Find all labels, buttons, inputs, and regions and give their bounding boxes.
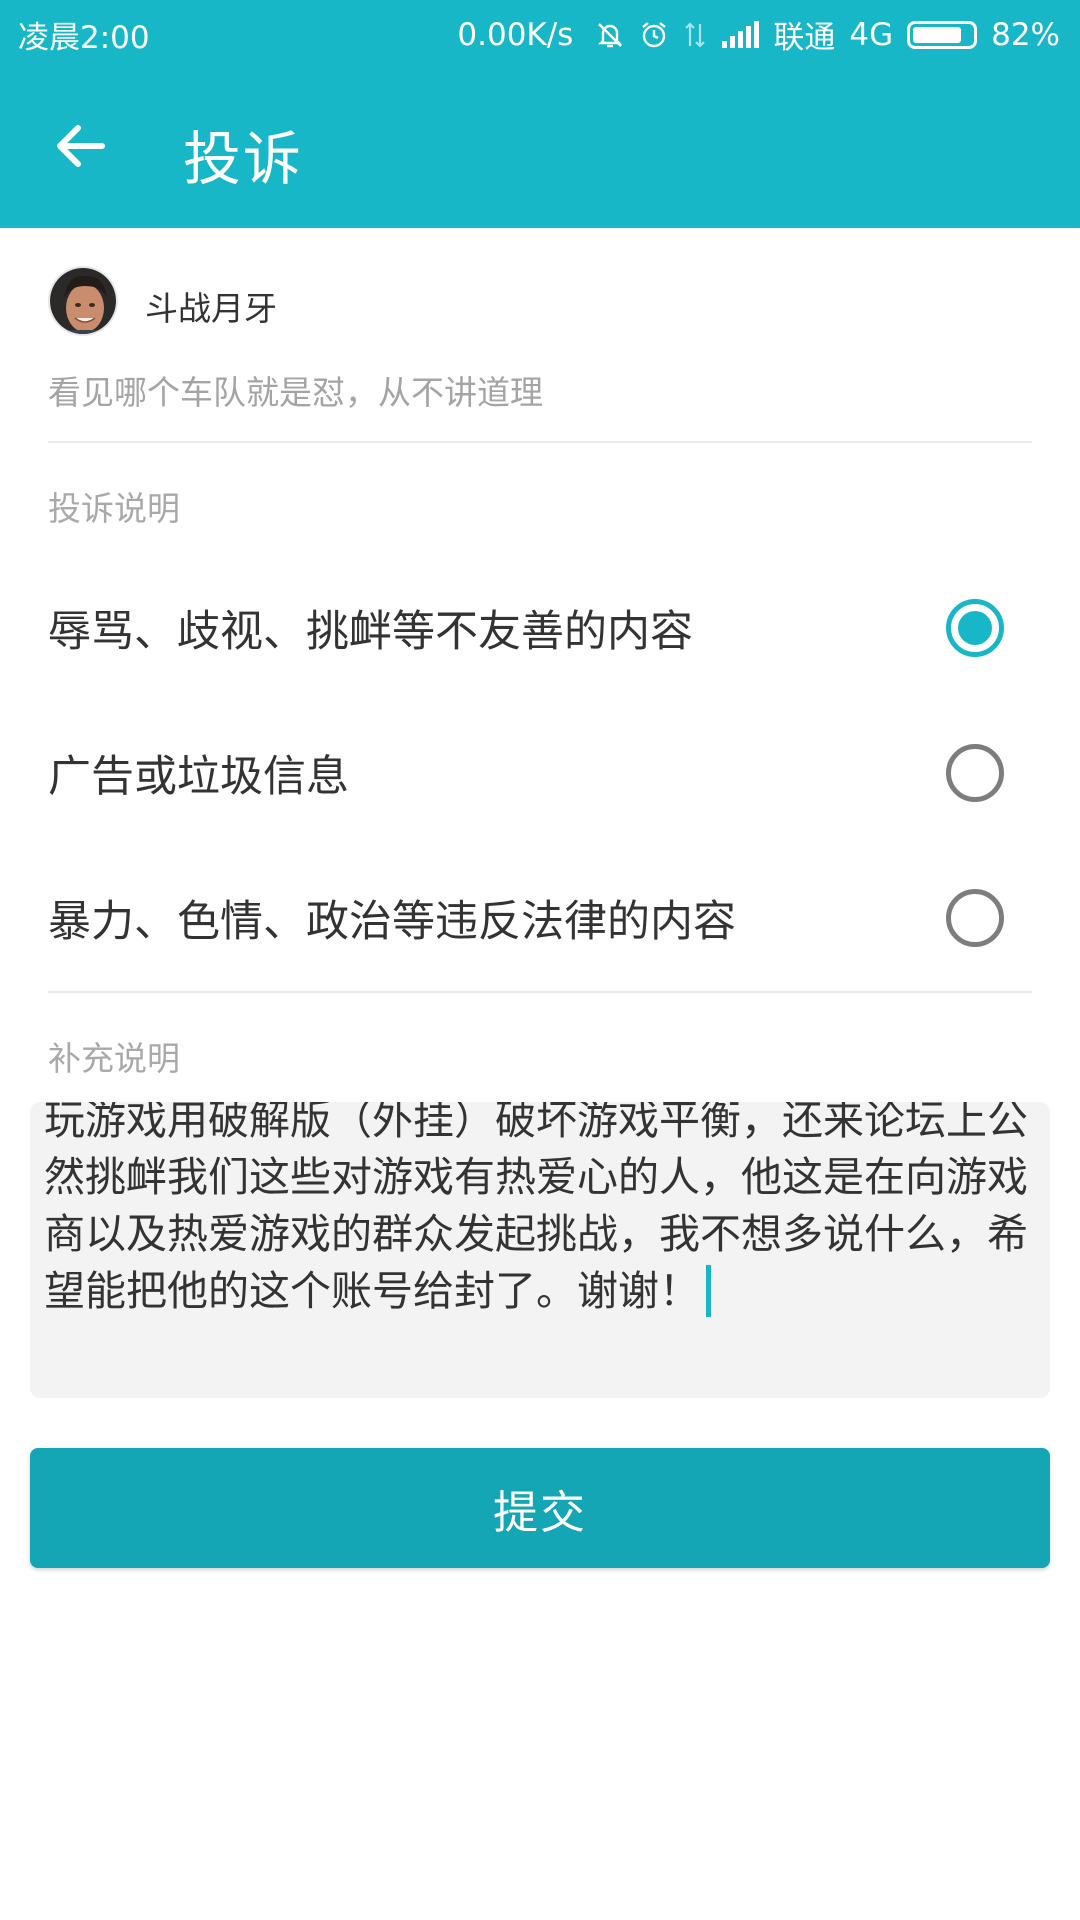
carrier: 联通 bbox=[773, 20, 836, 56]
supplement-section-label: 补充说明 bbox=[48, 1039, 180, 1078]
complaint-option-illegal[interactable]: 暴力、色情、政治等违反法律的内容 bbox=[48, 863, 1032, 973]
radio-button[interactable] bbox=[946, 744, 1004, 802]
option-label: 广告或垃圾信息 bbox=[48, 752, 349, 802]
arrow-left-icon bbox=[57, 125, 105, 167]
battery-level bbox=[913, 26, 961, 43]
option-label: 暴力、色情、政治等违反法律的内容 bbox=[48, 897, 736, 947]
status-indicators: 0.00K/s 联通 4G 82% bbox=[457, 12, 1060, 57]
network-speed: 0.00K/s bbox=[457, 16, 574, 53]
status-bar: 凌晨2:00 0.00K/s 联通 4G 82% bbox=[0, 0, 1080, 62]
submit-button[interactable]: 提交 bbox=[30, 1448, 1050, 1568]
text-caret bbox=[706, 1265, 711, 1317]
supplement-textarea[interactable]: 玩游戏用破解版（外挂）破坏游戏平衡，还来论坛上公然挑衅我们这些对游戏有热爱心的人… bbox=[30, 1102, 1050, 1398]
alarm-clock-icon bbox=[639, 20, 669, 50]
supplement-text-content: 玩游戏用破解版（外挂）破坏游戏平衡，还来论坛上公然挑衅我们这些对游戏有热爱心的人… bbox=[44, 1102, 1028, 1315]
back-button[interactable] bbox=[44, 110, 116, 182]
status-time: 凌晨2:00 bbox=[18, 20, 150, 56]
complaint-option-spam[interactable]: 广告或垃圾信息 bbox=[48, 718, 1032, 828]
header: 凌晨2:00 0.00K/s 联通 4G 82% 投诉 bbox=[0, 0, 1080, 228]
radio-selected-dot bbox=[958, 611, 992, 645]
avatar bbox=[48, 266, 118, 336]
data-transfer-icon bbox=[683, 20, 707, 50]
user-signature: 看见哪个车队就是怼，从不讲道理 bbox=[48, 373, 543, 412]
complaint-section-label: 投诉说明 bbox=[48, 489, 180, 528]
battery-percent: 82% bbox=[991, 16, 1060, 53]
signal-bars-icon bbox=[721, 20, 760, 49]
supplement-text: 玩游戏用破解版（外挂）破坏游戏平衡，还来论坛上公然挑衅我们这些对游戏有热爱心的人… bbox=[44, 1102, 1044, 1320]
complaint-option-abuse[interactable]: 辱骂、歧视、挑衅等不友善的内容 bbox=[48, 573, 1032, 683]
radio-button[interactable] bbox=[946, 889, 1004, 947]
mute-bell-icon bbox=[595, 20, 625, 50]
network-type: 4G bbox=[849, 16, 894, 53]
app-bar: 投诉 bbox=[0, 62, 1080, 228]
page-title: 投诉 bbox=[183, 125, 304, 193]
radio-button[interactable] bbox=[946, 599, 1004, 657]
battery-icon bbox=[907, 20, 978, 49]
divider bbox=[48, 441, 1032, 443]
username: 斗战月牙 bbox=[145, 289, 277, 328]
option-label: 辱骂、歧视、挑衅等不友善的内容 bbox=[48, 607, 693, 657]
divider bbox=[48, 991, 1032, 993]
